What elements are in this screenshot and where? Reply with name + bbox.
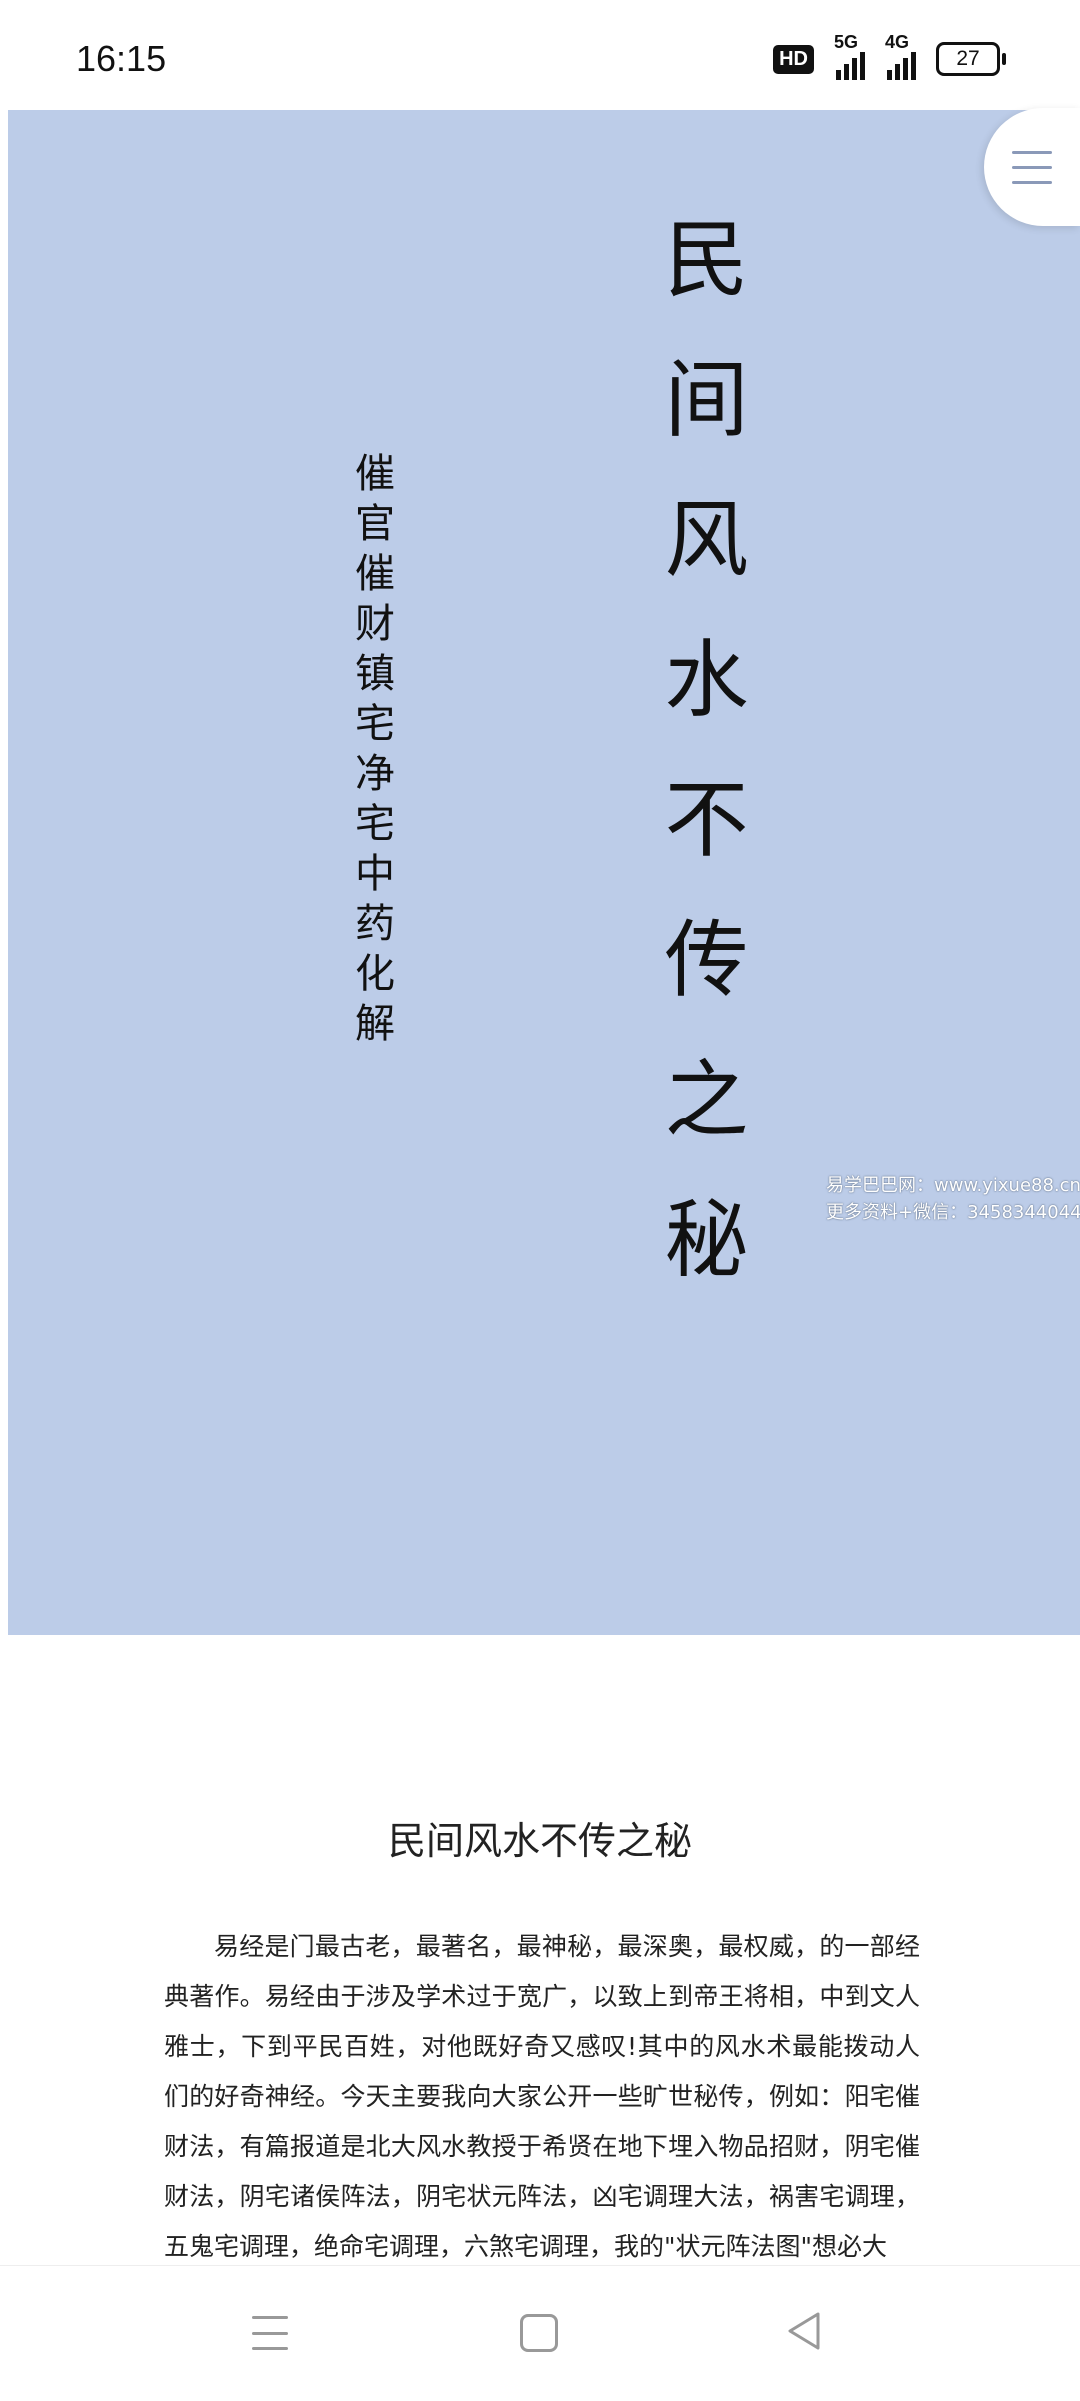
cover-title: 民间风水不传之秘 xyxy=(651,215,749,1335)
menu-icon-line xyxy=(1012,150,1052,154)
article-title: 民间风水不传之秘 xyxy=(387,1819,692,1863)
menu-icon-line xyxy=(1012,180,1052,184)
battery-level: 27 xyxy=(956,47,980,70)
battery-icon: 27 xyxy=(936,42,1006,76)
menu-icon-line xyxy=(1012,165,1052,169)
watermark-line-1: 易学巴巴网：www.yixue88.cn xyxy=(826,1175,1080,1196)
watermark-line-2: 更多资料+微信：3458344044 xyxy=(826,1202,1080,1223)
cover-subtitle: 催官催财镇宅净宅中药化解 xyxy=(348,452,394,1052)
status-time: 16:15 xyxy=(76,38,167,79)
signal-4g-icon: 4G xyxy=(885,32,916,80)
watermark: 易学巴巴网：www.yixue88.cn 更多资料+微信：3458344044 xyxy=(826,1172,1080,1226)
article-body: 易经是门最古老，最著名，最神秘，最深奥，最权威，的一部经典著作。易经由于涉及学术… xyxy=(164,1932,920,2261)
menu-icon[interactable] xyxy=(252,2316,288,2350)
status-icons: HD 5G 4G 27 xyxy=(773,32,1006,80)
status-bar: 16:15 HD 5G 4G 27 xyxy=(0,0,1080,110)
navigation-bar xyxy=(0,2265,1080,2401)
home-icon[interactable] xyxy=(520,2314,558,2352)
book-cover xyxy=(8,110,1080,1635)
back-icon[interactable] xyxy=(784,2310,824,2352)
hd-icon: HD xyxy=(773,44,814,74)
signal-5g-icon: 5G xyxy=(834,32,865,80)
